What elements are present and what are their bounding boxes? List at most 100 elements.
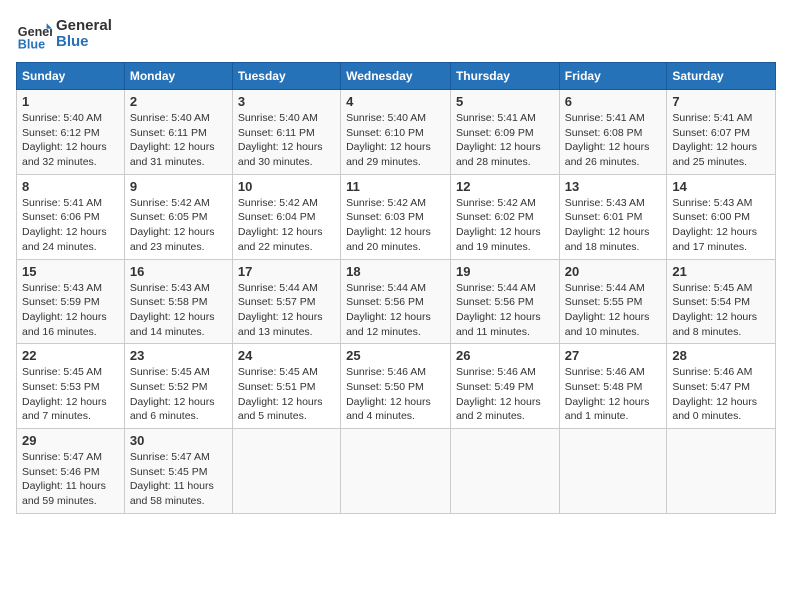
day-info: Sunrise: 5:41 AMSunset: 6:07 PMDaylight:… [672, 111, 770, 170]
calendar-cell: 8 Sunrise: 5:41 AMSunset: 6:06 PMDayligh… [17, 174, 125, 259]
day-info: Sunrise: 5:44 AMSunset: 5:56 PMDaylight:… [456, 281, 554, 340]
day-info: Sunrise: 5:43 AMSunset: 5:58 PMDaylight:… [130, 281, 227, 340]
calendar-cell [232, 429, 340, 514]
day-number: 14 [672, 179, 770, 194]
week-row-3: 15 Sunrise: 5:43 AMSunset: 5:59 PMDaylig… [17, 259, 776, 344]
calendar-cell: 20 Sunrise: 5:44 AMSunset: 5:55 PMDaylig… [559, 259, 667, 344]
week-row-1: 1 Sunrise: 5:40 AMSunset: 6:12 PMDayligh… [17, 90, 776, 175]
day-number: 11 [346, 179, 445, 194]
day-info: Sunrise: 5:42 AMSunset: 6:02 PMDaylight:… [456, 196, 554, 255]
day-info: Sunrise: 5:40 AMSunset: 6:10 PMDaylight:… [346, 111, 445, 170]
day-number: 6 [565, 94, 662, 109]
day-info: Sunrise: 5:40 AMSunset: 6:12 PMDaylight:… [22, 111, 119, 170]
day-number: 21 [672, 264, 770, 279]
day-number: 8 [22, 179, 119, 194]
logo-blue: Blue [56, 34, 112, 51]
logo-icon: General Blue [16, 16, 52, 52]
day-number: 17 [238, 264, 335, 279]
day-number: 1 [22, 94, 119, 109]
calendar-cell: 18 Sunrise: 5:44 AMSunset: 5:56 PMDaylig… [341, 259, 451, 344]
day-number: 18 [346, 264, 445, 279]
calendar-cell: 26 Sunrise: 5:46 AMSunset: 5:49 PMDaylig… [450, 344, 559, 429]
calendar-cell: 11 Sunrise: 5:42 AMSunset: 6:03 PMDaylig… [341, 174, 451, 259]
day-info: Sunrise: 5:46 AMSunset: 5:50 PMDaylight:… [346, 365, 445, 424]
page-header: General Blue General Blue [16, 16, 776, 52]
calendar-cell: 3 Sunrise: 5:40 AMSunset: 6:11 PMDayligh… [232, 90, 340, 175]
calendar-cell: 17 Sunrise: 5:44 AMSunset: 5:57 PMDaylig… [232, 259, 340, 344]
day-info: Sunrise: 5:44 AMSunset: 5:56 PMDaylight:… [346, 281, 445, 340]
day-info: Sunrise: 5:42 AMSunset: 6:05 PMDaylight:… [130, 196, 227, 255]
col-header-wednesday: Wednesday [341, 63, 451, 90]
day-info: Sunrise: 5:47 AMSunset: 5:45 PMDaylight:… [130, 450, 227, 509]
calendar-cell: 21 Sunrise: 5:45 AMSunset: 5:54 PMDaylig… [667, 259, 776, 344]
day-number: 10 [238, 179, 335, 194]
day-info: Sunrise: 5:42 AMSunset: 6:03 PMDaylight:… [346, 196, 445, 255]
week-row-5: 29 Sunrise: 5:47 AMSunset: 5:46 PMDaylig… [17, 429, 776, 514]
calendar-cell: 28 Sunrise: 5:46 AMSunset: 5:47 PMDaylig… [667, 344, 776, 429]
calendar-cell: 12 Sunrise: 5:42 AMSunset: 6:02 PMDaylig… [450, 174, 559, 259]
calendar-cell: 13 Sunrise: 5:43 AMSunset: 6:01 PMDaylig… [559, 174, 667, 259]
calendar-cell [341, 429, 451, 514]
day-number: 26 [456, 348, 554, 363]
week-row-4: 22 Sunrise: 5:45 AMSunset: 5:53 PMDaylig… [17, 344, 776, 429]
calendar-table: SundayMondayTuesdayWednesdayThursdayFrid… [16, 62, 776, 514]
day-info: Sunrise: 5:46 AMSunset: 5:49 PMDaylight:… [456, 365, 554, 424]
calendar-cell: 2 Sunrise: 5:40 AMSunset: 6:11 PMDayligh… [124, 90, 232, 175]
calendar-cell: 6 Sunrise: 5:41 AMSunset: 6:08 PMDayligh… [559, 90, 667, 175]
col-header-tuesday: Tuesday [232, 63, 340, 90]
calendar-cell: 1 Sunrise: 5:40 AMSunset: 6:12 PMDayligh… [17, 90, 125, 175]
day-number: 29 [22, 433, 119, 448]
calendar-cell [450, 429, 559, 514]
calendar-cell: 19 Sunrise: 5:44 AMSunset: 5:56 PMDaylig… [450, 259, 559, 344]
calendar-cell: 4 Sunrise: 5:40 AMSunset: 6:10 PMDayligh… [341, 90, 451, 175]
day-info: Sunrise: 5:44 AMSunset: 5:57 PMDaylight:… [238, 281, 335, 340]
day-number: 22 [22, 348, 119, 363]
day-number: 23 [130, 348, 227, 363]
col-header-friday: Friday [559, 63, 667, 90]
day-number: 7 [672, 94, 770, 109]
day-info: Sunrise: 5:44 AMSunset: 5:55 PMDaylight:… [565, 281, 662, 340]
day-info: Sunrise: 5:47 AMSunset: 5:46 PMDaylight:… [22, 450, 119, 509]
day-number: 30 [130, 433, 227, 448]
calendar-cell: 5 Sunrise: 5:41 AMSunset: 6:09 PMDayligh… [450, 90, 559, 175]
col-header-thursday: Thursday [450, 63, 559, 90]
calendar-header-row: SundayMondayTuesdayWednesdayThursdayFrid… [17, 63, 776, 90]
day-number: 27 [565, 348, 662, 363]
day-number: 28 [672, 348, 770, 363]
calendar-cell: 27 Sunrise: 5:46 AMSunset: 5:48 PMDaylig… [559, 344, 667, 429]
calendar-cell: 10 Sunrise: 5:42 AMSunset: 6:04 PMDaylig… [232, 174, 340, 259]
day-number: 4 [346, 94, 445, 109]
calendar-cell: 7 Sunrise: 5:41 AMSunset: 6:07 PMDayligh… [667, 90, 776, 175]
day-number: 13 [565, 179, 662, 194]
calendar-cell: 30 Sunrise: 5:47 AMSunset: 5:45 PMDaylig… [124, 429, 232, 514]
day-info: Sunrise: 5:43 AMSunset: 5:59 PMDaylight:… [22, 281, 119, 340]
week-row-2: 8 Sunrise: 5:41 AMSunset: 6:06 PMDayligh… [17, 174, 776, 259]
calendar-cell: 29 Sunrise: 5:47 AMSunset: 5:46 PMDaylig… [17, 429, 125, 514]
day-number: 5 [456, 94, 554, 109]
day-info: Sunrise: 5:46 AMSunset: 5:47 PMDaylight:… [672, 365, 770, 424]
col-header-saturday: Saturday [667, 63, 776, 90]
day-number: 2 [130, 94, 227, 109]
day-info: Sunrise: 5:41 AMSunset: 6:09 PMDaylight:… [456, 111, 554, 170]
calendar-cell [667, 429, 776, 514]
day-info: Sunrise: 5:42 AMSunset: 6:04 PMDaylight:… [238, 196, 335, 255]
day-info: Sunrise: 5:40 AMSunset: 6:11 PMDaylight:… [238, 111, 335, 170]
logo: General Blue General Blue [16, 16, 112, 52]
day-info: Sunrise: 5:41 AMSunset: 6:08 PMDaylight:… [565, 111, 662, 170]
calendar-cell: 22 Sunrise: 5:45 AMSunset: 5:53 PMDaylig… [17, 344, 125, 429]
day-info: Sunrise: 5:43 AMSunset: 6:00 PMDaylight:… [672, 196, 770, 255]
col-header-sunday: Sunday [17, 63, 125, 90]
day-info: Sunrise: 5:46 AMSunset: 5:48 PMDaylight:… [565, 365, 662, 424]
day-info: Sunrise: 5:45 AMSunset: 5:54 PMDaylight:… [672, 281, 770, 340]
day-number: 16 [130, 264, 227, 279]
calendar-cell: 14 Sunrise: 5:43 AMSunset: 6:00 PMDaylig… [667, 174, 776, 259]
day-info: Sunrise: 5:43 AMSunset: 6:01 PMDaylight:… [565, 196, 662, 255]
day-number: 24 [238, 348, 335, 363]
day-info: Sunrise: 5:45 AMSunset: 5:51 PMDaylight:… [238, 365, 335, 424]
day-info: Sunrise: 5:45 AMSunset: 5:52 PMDaylight:… [130, 365, 227, 424]
day-number: 15 [22, 264, 119, 279]
calendar-cell: 24 Sunrise: 5:45 AMSunset: 5:51 PMDaylig… [232, 344, 340, 429]
day-number: 9 [130, 179, 227, 194]
calendar-cell: 23 Sunrise: 5:45 AMSunset: 5:52 PMDaylig… [124, 344, 232, 429]
calendar-cell: 25 Sunrise: 5:46 AMSunset: 5:50 PMDaylig… [341, 344, 451, 429]
